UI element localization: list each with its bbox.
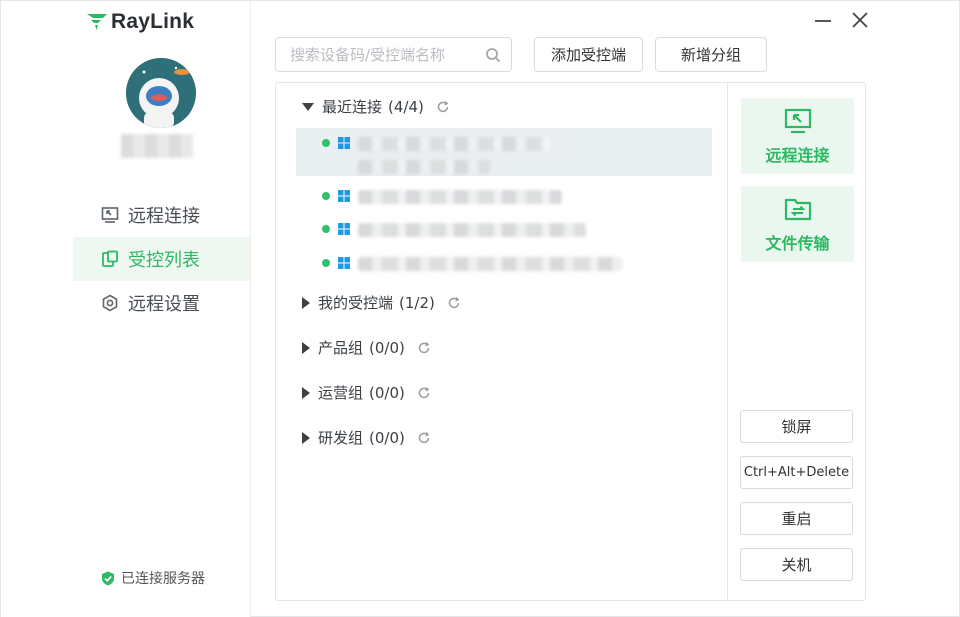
shield-check-icon xyxy=(102,571,114,585)
online-status-dot xyxy=(322,139,330,147)
remote-connect-icon xyxy=(784,108,811,134)
sidebar-item-remote-settings[interactable]: 远程设置 xyxy=(73,281,250,325)
caret-down-icon xyxy=(302,102,314,111)
refresh-icon[interactable] xyxy=(436,100,450,114)
group-name: 产品组 xyxy=(318,339,364,357)
username-blurred xyxy=(121,134,193,158)
online-status-dot xyxy=(322,225,330,233)
device-info-blurred xyxy=(358,252,622,280)
controlled-list-icon xyxy=(102,250,118,267)
astronaut-avatar-icon xyxy=(126,58,196,128)
panel-divider xyxy=(727,83,728,600)
raylink-window: RayLink 远程连接 受控列表 远程设置 已连接服务器 搜索设备码/受控端名… xyxy=(0,0,960,617)
group-my-controlled[interactable]: 我的受控端 (1/2) xyxy=(302,292,461,313)
sidebar-item-label: 远程设置 xyxy=(128,294,200,315)
group-name: 我的受控端 xyxy=(318,294,394,312)
restart-button[interactable]: 重启 xyxy=(740,502,853,535)
caret-right-icon xyxy=(302,386,310,399)
app-logo: RayLink xyxy=(87,10,194,34)
device-panel: 最近连接 (4/4) 我的受控端 (1/2) 产品组 (0/0) 运营组 (0/… xyxy=(275,82,866,601)
sidebar-item-remote-connect[interactable]: 远程连接 xyxy=(73,193,250,237)
refresh-icon[interactable] xyxy=(417,431,431,445)
refresh-icon[interactable] xyxy=(417,386,431,400)
group-count: (0/0) xyxy=(369,383,405,402)
windows-icon xyxy=(338,190,350,202)
caret-right-icon xyxy=(302,296,310,309)
windows-icon xyxy=(338,257,350,269)
settings-icon xyxy=(102,294,118,312)
sidebar-item-controlled-list[interactable]: 受控列表 xyxy=(73,237,250,281)
device-row[interactable] xyxy=(296,248,712,276)
file-transfer-label: 文件传输 xyxy=(765,234,830,253)
sidebar-nav: 远程连接 受控列表 远程设置 xyxy=(73,193,250,325)
sidebar: RayLink 远程连接 受控列表 远程设置 已连接服务器 xyxy=(1,1,251,617)
group-name: 运营组 xyxy=(318,384,364,402)
avatar[interactable] xyxy=(126,58,196,128)
group-name: 最近连接 xyxy=(322,98,383,116)
online-status-dot xyxy=(322,259,330,267)
device-row[interactable] xyxy=(296,214,712,242)
sidebar-item-label: 远程连接 xyxy=(128,206,200,227)
folder-transfer-icon xyxy=(784,198,811,221)
device-info-blurred xyxy=(358,185,562,213)
file-transfer-tile[interactable]: 文件传输 xyxy=(741,186,854,262)
device-info-blurred xyxy=(358,218,586,246)
server-status: 已连接服务器 xyxy=(101,568,205,588)
device-row[interactable] xyxy=(296,128,712,176)
group-count: (0/0) xyxy=(369,338,405,357)
add-controlled-button[interactable]: 添加受控端 xyxy=(534,37,643,72)
close-icon[interactable] xyxy=(849,9,871,31)
shutdown-button[interactable]: 关机 xyxy=(740,548,853,581)
remote-connect-label: 远程连接 xyxy=(765,146,830,165)
windows-icon xyxy=(338,137,350,149)
search-icon[interactable] xyxy=(485,47,501,63)
group-count: (0/0) xyxy=(369,428,405,447)
windows-icon xyxy=(338,223,350,235)
new-group-button[interactable]: 新增分组 xyxy=(655,37,767,72)
remote-connect-tile[interactable]: 远程连接 xyxy=(741,98,854,174)
group-rnd[interactable]: 研发组 (0/0) xyxy=(302,427,431,448)
group-count: (1/2) xyxy=(399,293,435,312)
app-name: RayLink xyxy=(111,10,195,33)
raylink-logo-icon xyxy=(87,14,107,30)
online-status-dot xyxy=(322,192,330,200)
minimize-icon[interactable] xyxy=(812,9,834,31)
device-info-blurred xyxy=(358,132,550,183)
caret-right-icon xyxy=(302,431,310,444)
refresh-icon[interactable] xyxy=(447,296,461,310)
group-recent[interactable]: 最近连接 (4/4) xyxy=(302,96,450,117)
remote-connect-icon xyxy=(101,207,119,223)
device-row[interactable] xyxy=(296,181,712,209)
server-status-text: 已连接服务器 xyxy=(121,571,205,587)
group-name: 研发组 xyxy=(318,429,364,447)
search-box xyxy=(275,37,512,72)
group-product[interactable]: 产品组 (0/0) xyxy=(302,337,431,358)
group-count: (4/4) xyxy=(388,97,424,116)
caret-right-icon xyxy=(302,341,310,354)
lock-screen-button[interactable]: 锁屏 xyxy=(740,410,853,443)
refresh-icon[interactable] xyxy=(417,341,431,355)
group-operations[interactable]: 运营组 (0/0) xyxy=(302,382,431,403)
search-input[interactable] xyxy=(290,45,485,64)
ctrl-alt-delete-button[interactable]: Ctrl+Alt+Delete xyxy=(740,456,853,489)
sidebar-item-label: 受控列表 xyxy=(128,250,200,271)
